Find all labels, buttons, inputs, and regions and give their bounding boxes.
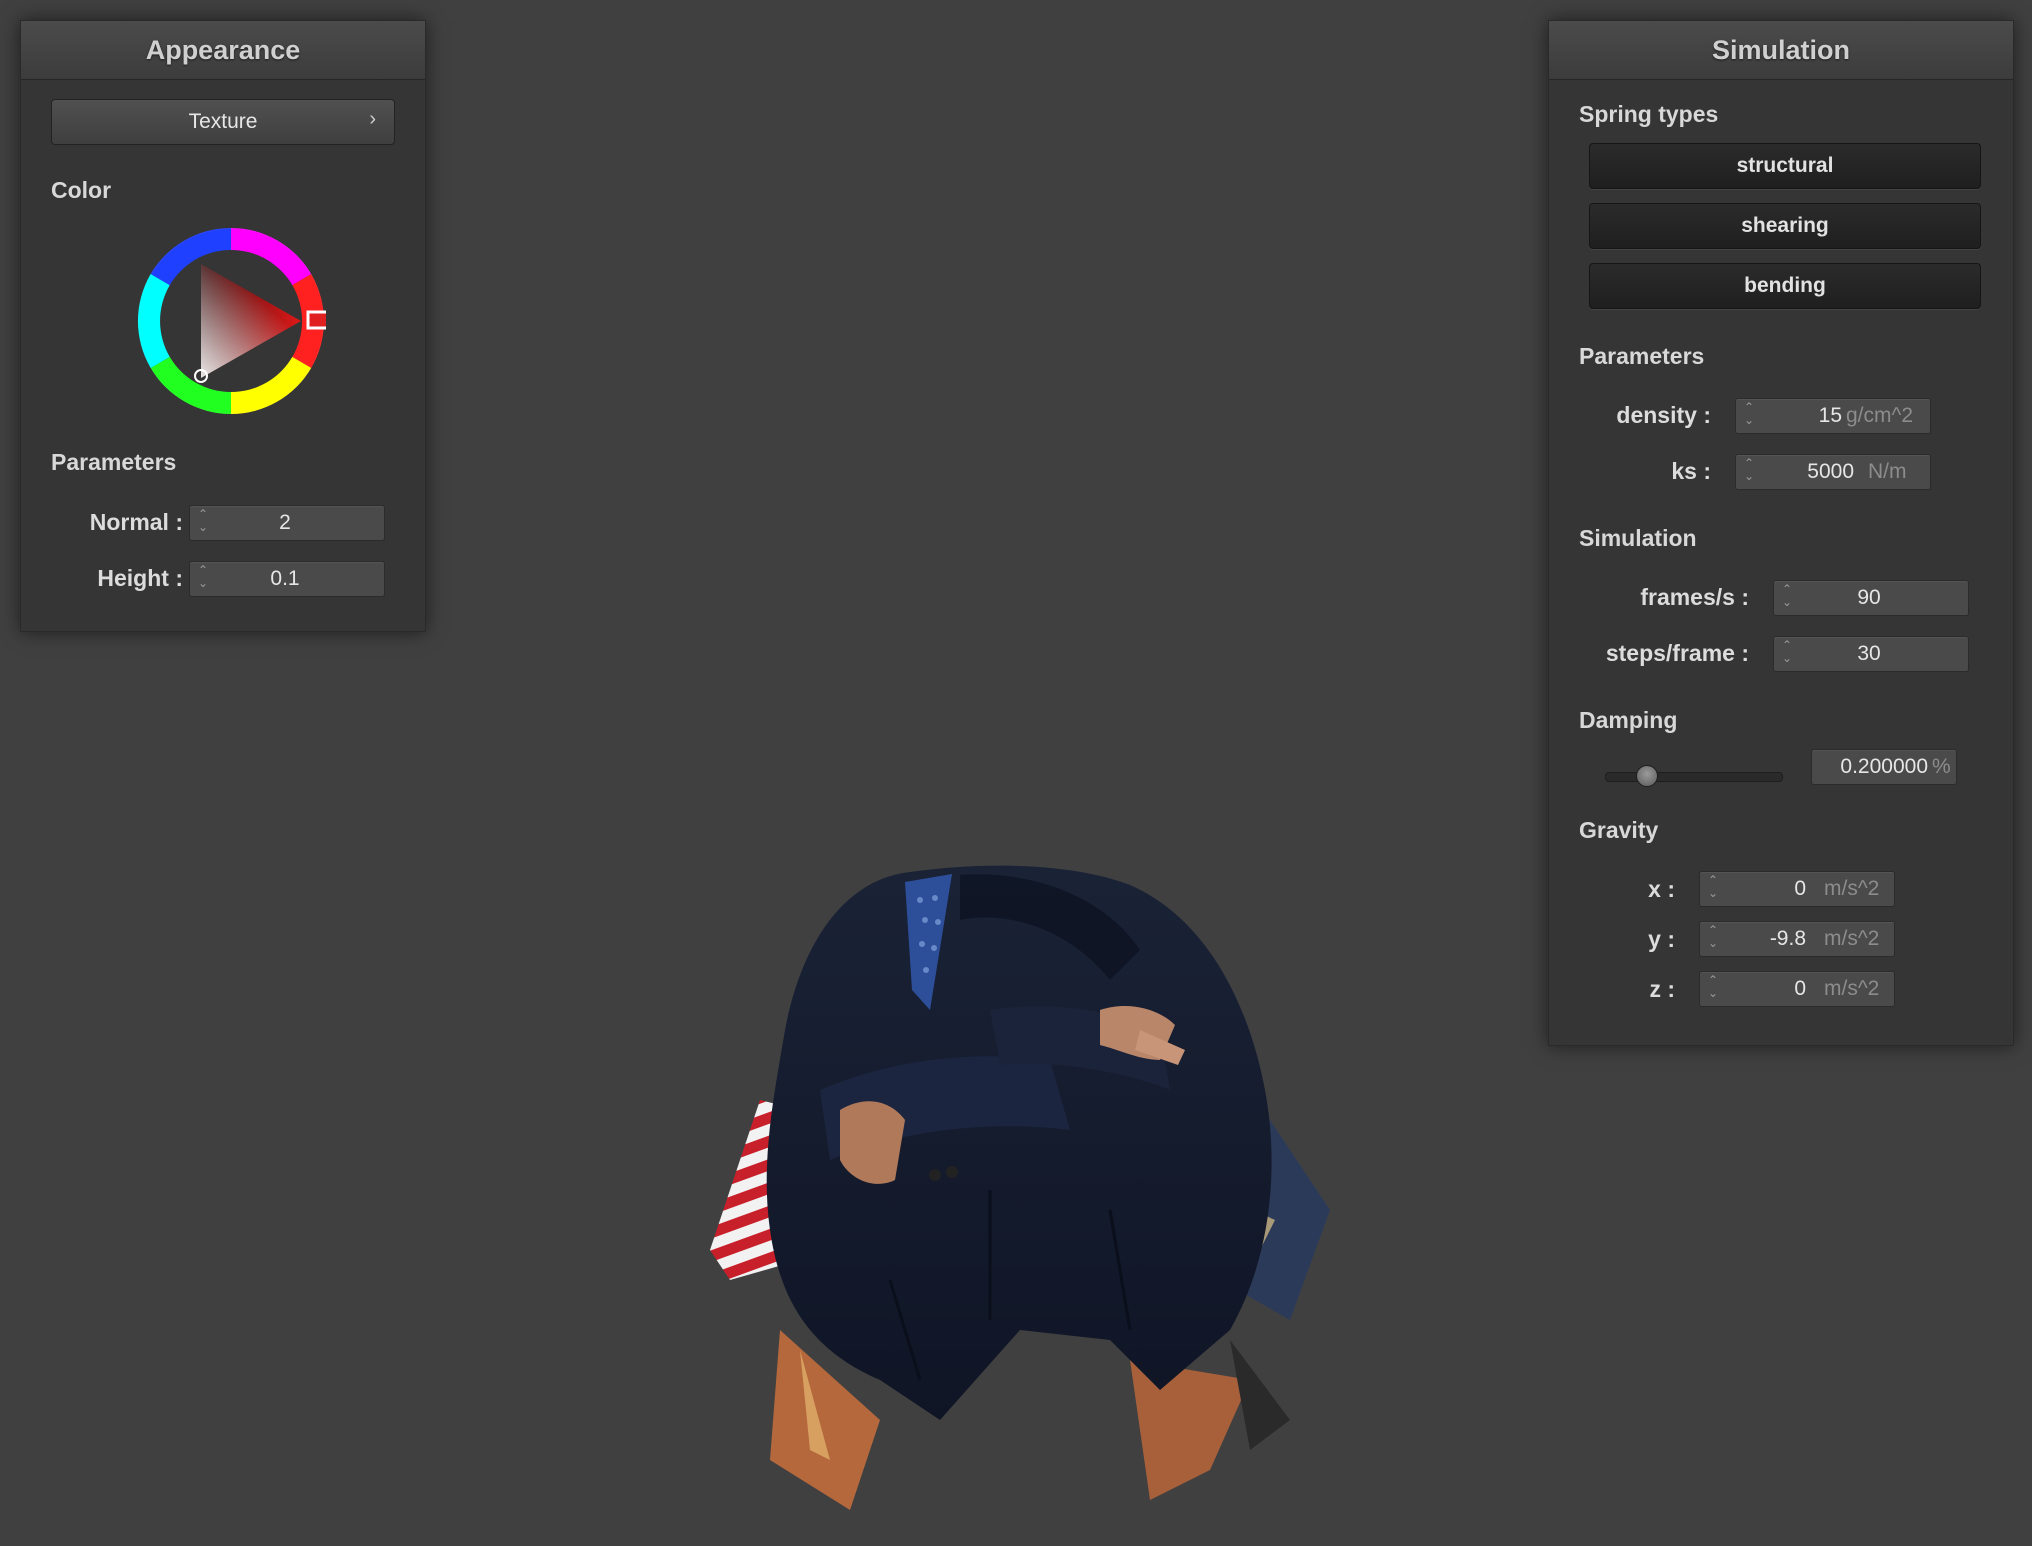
normal-label: Normal :: [89, 509, 183, 535]
texture-button[interactable]: Texture ›: [51, 99, 395, 145]
spring-bending-button[interactable]: bending: [1589, 263, 1981, 309]
spin-arrows-icon[interactable]: ⌃ ⌄: [1742, 401, 1756, 431]
ks-label: ks :: [1671, 458, 1711, 484]
frames-per-second-label: frames/s :: [1640, 584, 1749, 610]
gravity-z-label: z :: [1649, 976, 1675, 1002]
spring-structural-label: structural: [1736, 154, 1834, 177]
damping-slider-handle[interactable]: [1636, 765, 1658, 787]
simulation-section-label: Simulation: [1579, 525, 1697, 551]
gravity-y-label: y :: [1648, 926, 1675, 952]
gravity-y-value[interactable]: -9.8: [1720, 922, 1806, 956]
spin-arrows-icon[interactable]: ⌃ ⌄: [196, 508, 210, 538]
texture-button-label: Texture: [188, 110, 258, 133]
frames-per-second-spinbox[interactable]: ⌃ ⌄ 90: [1773, 580, 1969, 616]
normal-spinbox[interactable]: ⌃ ⌄ 2: [189, 505, 385, 541]
gravity-y-spinbox[interactable]: ⌃ ⌄ -9.8 m/s^2: [1699, 921, 1895, 957]
gravity-label: Gravity: [1579, 817, 1659, 843]
simulation-panel: Simulation Spring types structural shear…: [1548, 20, 2014, 1046]
density-spinbox[interactable]: ⌃ ⌄ 15 g/cm^2: [1735, 398, 1931, 434]
appearance-parameters-label: Parameters: [51, 449, 177, 475]
spring-shearing-label: shearing: [1741, 214, 1829, 237]
damping-label: Damping: [1579, 707, 1678, 733]
spin-arrows-icon[interactable]: ⌃ ⌄: [1706, 874, 1720, 904]
gravity-x-label: x :: [1648, 876, 1675, 902]
steps-per-frame-spinbox[interactable]: ⌃ ⌄ 30: [1773, 636, 1969, 672]
draped-cloth-render[interactable]: [690, 860, 1340, 1540]
appearance-panel-title[interactable]: Appearance: [21, 21, 425, 80]
spin-arrows-icon[interactable]: ⌃ ⌄: [1780, 639, 1794, 669]
spin-arrows-icon[interactable]: ⌃ ⌄: [196, 564, 210, 594]
spring-bending-label: bending: [1744, 274, 1826, 297]
density-value[interactable]: 15: [1756, 399, 1842, 433]
color-section-label: Color: [51, 177, 112, 203]
gravity-z-spinbox[interactable]: ⌃ ⌄ 0 m/s^2: [1699, 971, 1895, 1007]
chevron-right-icon: ›: [369, 108, 376, 130]
height-value[interactable]: 0.1: [210, 562, 360, 596]
color-wheel[interactable]: [136, 226, 326, 416]
ks-spinbox[interactable]: ⌃ ⌄ 5000 N/m: [1735, 454, 1931, 490]
steps-per-frame-label: steps/frame :: [1605, 640, 1749, 666]
simulation-panel-title[interactable]: Simulation: [1549, 21, 2013, 80]
spring-structural-button[interactable]: structural: [1589, 143, 1981, 189]
gravity-x-spinbox[interactable]: ⌃ ⌄ 0 m/s^2: [1699, 871, 1895, 907]
damping-unit: %: [1932, 755, 1951, 778]
spin-arrows-icon[interactable]: ⌃ ⌄: [1706, 974, 1720, 1004]
steps-per-frame-value[interactable]: 30: [1794, 637, 1944, 671]
height-label: Height :: [97, 565, 183, 591]
gravity-z-unit: m/s^2: [1824, 977, 1880, 1000]
density-label: density :: [1616, 402, 1711, 428]
gravity-y-unit: m/s^2: [1824, 927, 1880, 950]
appearance-panel: Appearance Texture › Color Parameters No…: [20, 20, 426, 632]
frames-per-second-value[interactable]: 90: [1794, 581, 1944, 615]
spin-arrows-icon[interactable]: ⌃ ⌄: [1706, 924, 1720, 954]
spring-shearing-button[interactable]: shearing: [1589, 203, 1981, 249]
spin-arrows-icon[interactable]: ⌃ ⌄: [1780, 583, 1794, 613]
gravity-x-value[interactable]: 0: [1720, 872, 1806, 906]
ks-value[interactable]: 5000: [1756, 455, 1854, 489]
ks-unit: N/m: [1868, 460, 1907, 483]
damping-value-box[interactable]: 0.200000 %: [1811, 749, 1957, 785]
gravity-z-value[interactable]: 0: [1720, 972, 1806, 1006]
density-unit: g/cm^2: [1846, 404, 1914, 427]
render-viewport[interactable]: Appearance Texture › Color Parameters No…: [0, 0, 2032, 1546]
damping-slider[interactable]: [1605, 761, 1783, 791]
damping-value[interactable]: 0.200000: [1820, 750, 1928, 784]
gravity-x-unit: m/s^2: [1824, 877, 1880, 900]
simulation-parameters-label: Parameters: [1579, 343, 1705, 369]
spring-types-label: Spring types: [1579, 101, 1719, 127]
damping-slider-track[interactable]: [1605, 772, 1783, 782]
normal-value[interactable]: 2: [210, 506, 360, 540]
height-spinbox[interactable]: ⌃ ⌄ 0.1: [189, 561, 385, 597]
spin-arrows-icon[interactable]: ⌃ ⌄: [1742, 457, 1756, 487]
